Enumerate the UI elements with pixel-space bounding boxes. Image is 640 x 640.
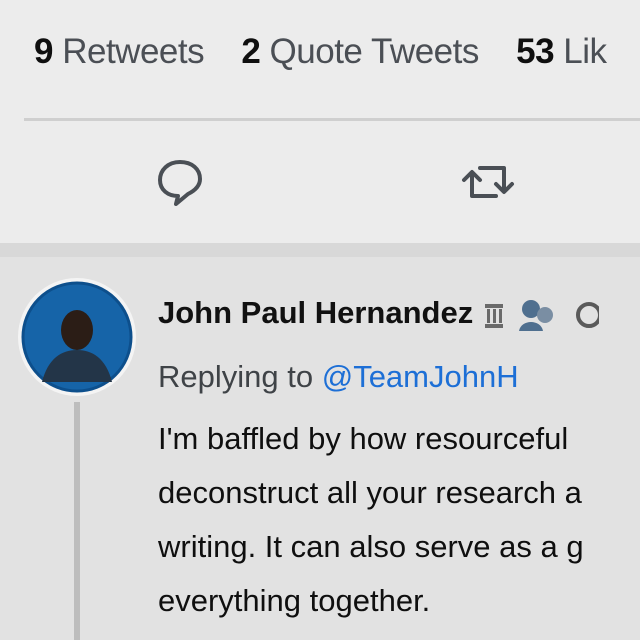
avatar-photo (21, 281, 133, 393)
author-row: John Paul Hernandez (158, 290, 603, 336)
retweet-icon[interactable] (458, 152, 518, 212)
tweet-text-line: I'm baffled by how resourceful (158, 421, 569, 456)
truncated-symbol-icon (576, 301, 603, 328)
tweet-stats-area: 9 Retweets 2 Quote Tweets 53 Lik (0, 0, 640, 245)
reply-icon[interactable] (150, 152, 210, 212)
replying-handle-link[interactable]: @TeamJohnH (322, 359, 519, 394)
tweet-text-line: everything together. (158, 583, 431, 618)
stats-divider (24, 118, 640, 121)
quote-tweets-label: Quote Tweets (269, 32, 480, 71)
likes-count: 53 (516, 32, 555, 71)
engagement-stats: 9 Retweets 2 Quote Tweets 53 Lik (34, 26, 635, 78)
retweets-label: Retweets (62, 32, 205, 71)
replying-to: Replying to @TeamJohnH (158, 354, 519, 400)
tweet-text-line: deconstruct all your research a (158, 475, 582, 510)
retweets-stat[interactable]: 9 Retweets (34, 26, 205, 78)
section-separator (0, 243, 640, 257)
thread-line (74, 402, 80, 640)
tweet-text: I'm baffled by how resourceful deconstru… (158, 412, 640, 628)
emoji-icon (519, 299, 554, 331)
retweets-count: 9 (34, 32, 53, 71)
replying-prefix: Replying to (158, 359, 314, 394)
columns-emoji-icon (485, 303, 504, 328)
avatar[interactable] (18, 278, 136, 396)
author-name[interactable]: John Paul Hernandez (158, 295, 473, 330)
likes-label: Lik (563, 32, 607, 71)
quote-tweets-stat[interactable]: 2 Quote Tweets (241, 26, 479, 78)
tweet-text-line: writing. It can also serve as a g (158, 529, 584, 564)
likes-stat[interactable]: 53 Lik (516, 26, 607, 78)
quote-tweets-count: 2 (241, 32, 261, 71)
